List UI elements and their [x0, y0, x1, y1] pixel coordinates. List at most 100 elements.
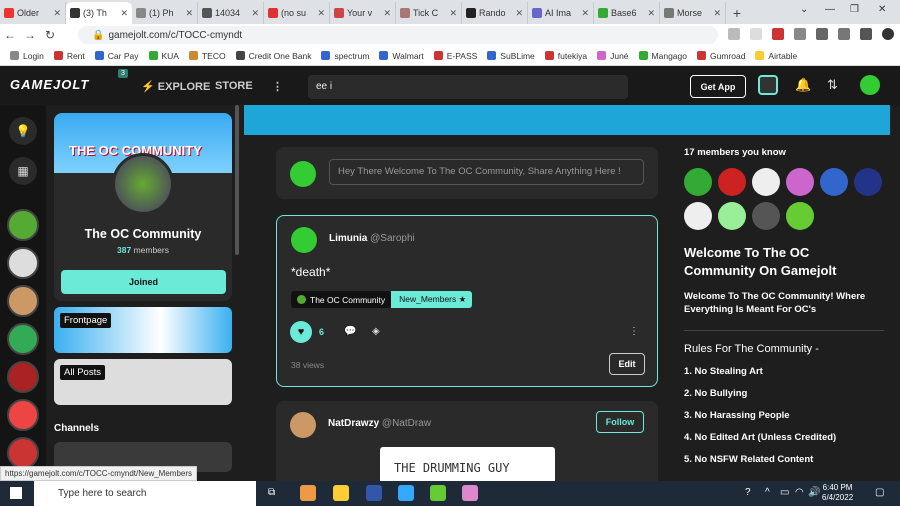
- tab-close-icon[interactable]: ✕: [713, 8, 721, 19]
- bookmark-item[interactable]: futekiya: [544, 51, 587, 61]
- notification-center-icon[interactable]: ▢: [875, 487, 884, 498]
- browser-tab[interactable]: (3) Th ✕: [66, 2, 132, 24]
- channel-tag[interactable]: New_Members ★: [391, 291, 473, 308]
- author-name[interactable]: NatDrawzy @NatDraw: [328, 418, 431, 429]
- member-avatar[interactable]: [684, 168, 712, 196]
- task-view-icon[interactable]: ⧉: [268, 487, 275, 498]
- library-icon[interactable]: ▦: [9, 157, 37, 185]
- tray-chevron-icon[interactable]: ^: [765, 487, 770, 498]
- friends-icon[interactable]: ⇅: [827, 77, 838, 93]
- bookmark-item[interactable]: Mangago: [638, 51, 687, 61]
- follow-button[interactable]: Follow: [596, 411, 644, 433]
- app-icon[interactable]: [430, 485, 446, 501]
- browser-tab[interactable]: (1) Ph ✕: [132, 2, 198, 24]
- like-button[interactable]: ♥: [290, 321, 312, 343]
- like-count[interactable]: 6: [319, 327, 324, 337]
- community-avatar-large[interactable]: [112, 153, 174, 215]
- browser-tab[interactable]: Tick C ✕: [396, 2, 462, 24]
- bookmark-item[interactable]: Login: [10, 51, 44, 61]
- gamejolt-logo[interactable]: GAMEJOLT: [10, 77, 89, 92]
- forward-icon[interactable]: →: [20, 28, 40, 42]
- new-tab-button[interactable]: +: [726, 2, 748, 24]
- app-icon[interactable]: [462, 485, 478, 501]
- clock[interactable]: 6:40 PM 6/4/2022: [822, 483, 853, 503]
- user-avatar[interactable]: [290, 161, 316, 187]
- post-card[interactable]: Limunia @Sarophi *death* The OC Communit…: [276, 215, 658, 387]
- channel-frontpage[interactable]: Frontpage: [54, 307, 232, 353]
- tab-close-icon[interactable]: ✕: [449, 8, 457, 19]
- side-panel-icon[interactable]: [860, 28, 872, 40]
- bookmark-item[interactable]: Airtable: [755, 51, 797, 61]
- volume-icon[interactable]: 🔊: [808, 487, 820, 498]
- member-avatar[interactable]: [752, 168, 780, 196]
- tab-close-icon[interactable]: ✕: [383, 8, 391, 19]
- community-avatar[interactable]: [7, 323, 39, 355]
- edge-icon[interactable]: [398, 485, 414, 501]
- author-avatar[interactable]: [291, 227, 317, 253]
- post-image[interactable]: THE DRUMMING GUY: [380, 447, 555, 481]
- tab-close-icon[interactable]: ✕: [53, 8, 61, 19]
- more-menu-icon[interactable]: ⋮: [272, 80, 283, 93]
- browser-tab[interactable]: Older ✕: [0, 2, 66, 24]
- bookmark-item[interactable]: Credit One Bank: [235, 51, 311, 61]
- member-avatar[interactable]: [684, 202, 712, 230]
- minimize-icon[interactable]: —: [825, 4, 835, 15]
- close-window-icon[interactable]: ✕: [878, 4, 886, 15]
- members-you-know-heading[interactable]: 17 members you know: [684, 147, 884, 158]
- browser-tab[interactable]: AI Ima ✕: [528, 2, 594, 24]
- bookmark-item[interactable]: TECO: [188, 51, 226, 61]
- bookmark-item[interactable]: Juné: [597, 51, 629, 61]
- edit-button[interactable]: Edit: [609, 353, 645, 375]
- taskbar-search-input[interactable]: Type here to search: [34, 481, 256, 506]
- sticker-icon[interactable]: ◈: [372, 326, 380, 337]
- member-avatar[interactable]: [786, 202, 814, 230]
- author-avatar[interactable]: [290, 412, 316, 438]
- post-card[interactable]: NatDrawzy @NatDraw Follow THE DRUMMING G…: [276, 401, 658, 481]
- tab-close-icon[interactable]: ✕: [581, 8, 589, 19]
- get-app-button[interactable]: Get App: [690, 75, 746, 98]
- community-avatar[interactable]: [7, 247, 39, 279]
- sidebar-scrollbar[interactable]: [235, 105, 239, 255]
- maximize-icon[interactable]: ❐: [850, 4, 859, 15]
- bookmark-item[interactable]: Car Pay: [94, 51, 139, 61]
- help-icon[interactable]: ?: [745, 487, 751, 498]
- community-avatar[interactable]: [7, 209, 39, 241]
- lightbulb-icon[interactable]: 💡: [9, 117, 37, 145]
- member-count[interactable]: 387 members: [54, 245, 232, 255]
- browser-tab[interactable]: (no su ✕: [264, 2, 330, 24]
- author-name[interactable]: Limunia @Sarophi: [329, 233, 415, 244]
- member-avatar[interactable]: [820, 168, 848, 196]
- bookmark-item[interactable]: spectrum: [321, 51, 369, 61]
- joined-button[interactable]: Joined: [61, 270, 226, 294]
- post-options-icon[interactable]: ⋮: [629, 326, 639, 337]
- tab-close-icon[interactable]: ✕: [185, 8, 193, 19]
- tab-close-icon[interactable]: ✕: [317, 8, 325, 19]
- community-avatar[interactable]: [7, 437, 39, 469]
- store-link[interactable]: STORE: [215, 80, 253, 92]
- reload-icon[interactable]: ↻: [40, 28, 60, 42]
- search-input[interactable]: ee i: [308, 75, 628, 99]
- explore-link[interactable]: ⚡ EXPLORE: [141, 80, 210, 93]
- bell-icon[interactable]: 🔔: [795, 77, 811, 93]
- tab-close-icon[interactable]: ✕: [515, 8, 523, 19]
- back-icon[interactable]: ←: [0, 28, 20, 42]
- extension-icon[interactable]: [772, 28, 784, 40]
- member-avatar[interactable]: [786, 168, 814, 196]
- network-icon[interactable]: ▭: [780, 487, 789, 498]
- extension-icon[interactable]: [794, 28, 806, 40]
- share-icon[interactable]: [728, 28, 740, 40]
- member-avatar[interactable]: [752, 202, 780, 230]
- file-explorer-icon[interactable]: [333, 485, 349, 501]
- community-avatar[interactable]: [7, 361, 39, 393]
- windows-start-icon[interactable]: [10, 487, 22, 499]
- comment-icon[interactable]: 💬: [344, 326, 356, 337]
- community-avatar[interactable]: [7, 285, 39, 317]
- reading-list-icon[interactable]: [838, 28, 850, 40]
- member-avatar[interactable]: [718, 168, 746, 196]
- tab-close-icon[interactable]: ✕: [647, 8, 655, 19]
- channel-all-posts[interactable]: All Posts: [54, 359, 232, 405]
- user-avatar[interactable]: [860, 75, 880, 95]
- member-avatar[interactable]: [854, 168, 882, 196]
- community-avatar[interactable]: [7, 399, 39, 431]
- browser-tab[interactable]: Rando ✕: [462, 2, 528, 24]
